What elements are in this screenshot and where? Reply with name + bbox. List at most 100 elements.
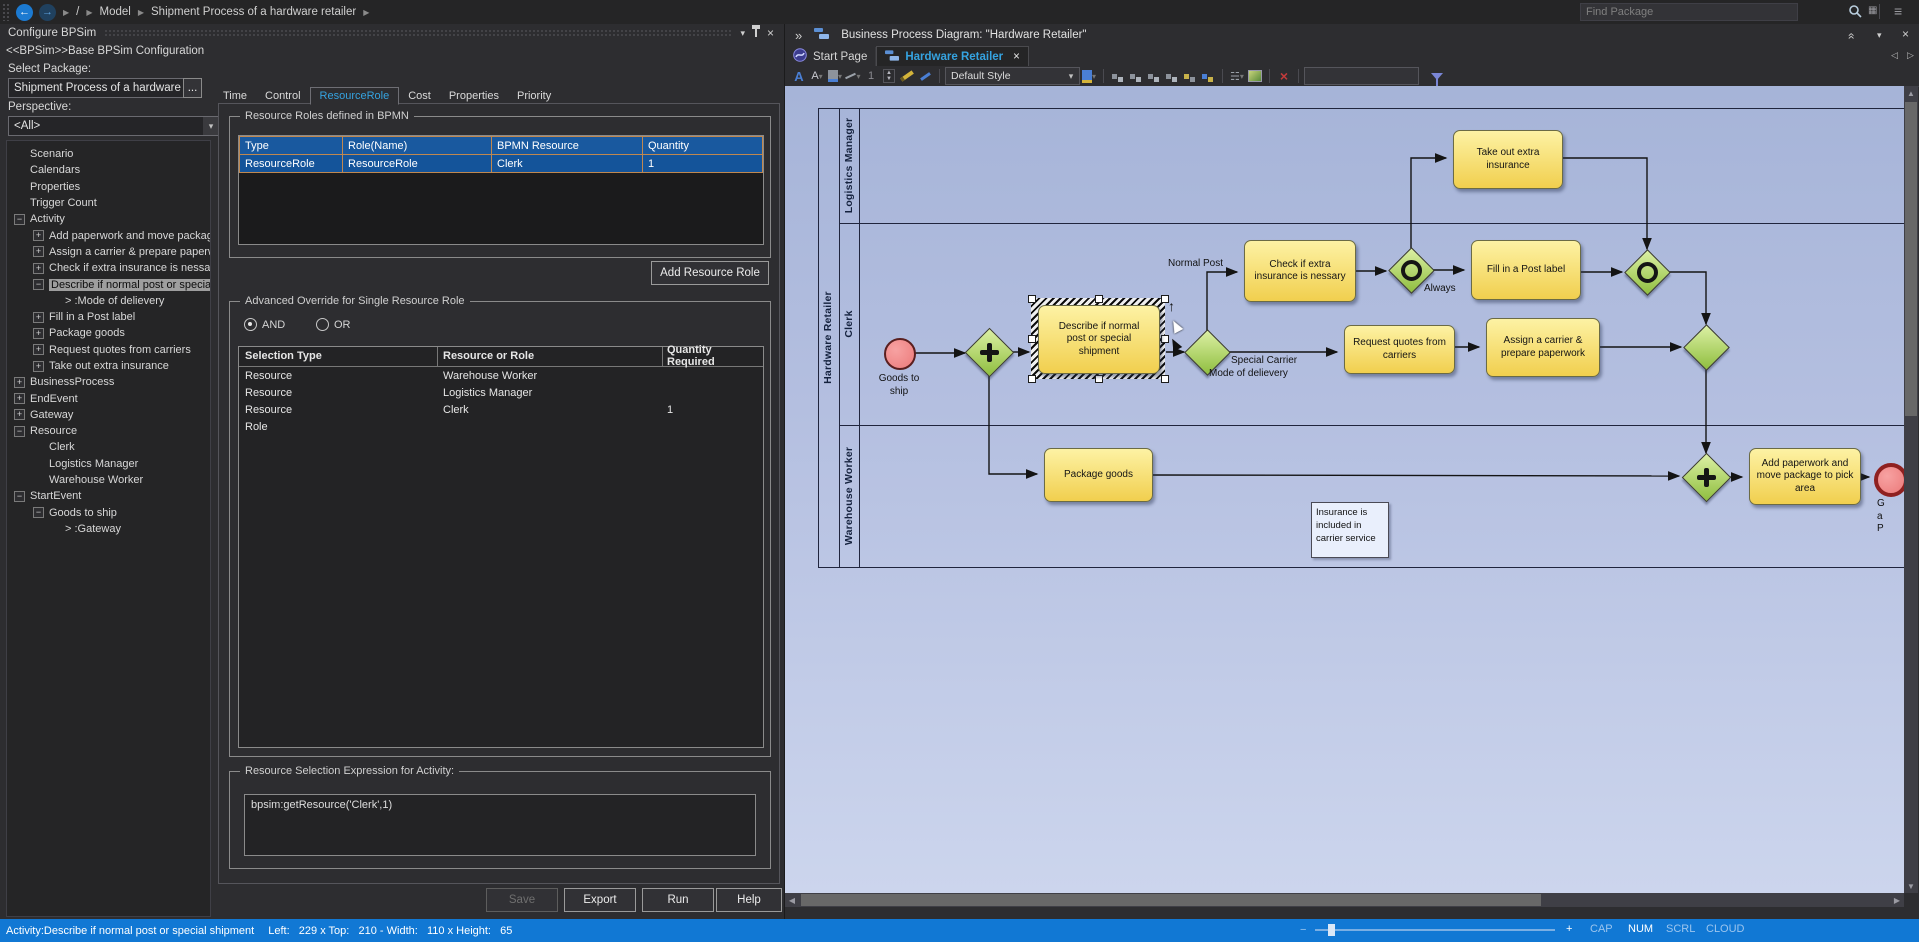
table-row[interactable]: Resource Logistics Manager	[239, 384, 763, 401]
horizontal-scroll-thumb[interactable]	[801, 894, 1541, 906]
activity-add-paperwork[interactable]: Add paperwork and move package to pick a…	[1749, 448, 1861, 505]
tab-control[interactable]: Control	[256, 88, 309, 104]
start-event[interactable]	[884, 338, 916, 370]
tab-scroll-right-icon[interactable]: ▷	[1907, 50, 1914, 61]
resize-handle[interactable]	[1161, 375, 1169, 383]
tree-item[interactable]: Scenario	[7, 146, 210, 162]
breadcrumb-model[interactable]: Model	[100, 6, 131, 18]
tree-item[interactable]: Warehouse Worker	[7, 472, 210, 488]
pin-icon[interactable]	[755, 29, 757, 37]
same-height-icon[interactable]	[1200, 68, 1216, 84]
tree-item[interactable]: Assign a carrier & prepare paperwork	[7, 244, 210, 260]
note-insurance[interactable]: Insurance is included in carrier service	[1311, 502, 1389, 558]
tree-item[interactable]: > :Gateway	[7, 521, 210, 537]
align-top-icon[interactable]	[1146, 68, 1162, 84]
resize-handle[interactable]	[1095, 295, 1103, 303]
expand-icon[interactable]	[14, 409, 25, 420]
override-table[interactable]: Selection Type Resource or Role Quantity…	[238, 346, 764, 748]
close-icon[interactable]: ×	[767, 26, 774, 40]
resource-roles-table[interactable]: Type Role(Name) BPMN Resource Quantity R…	[238, 135, 764, 245]
filter-funnel-icon[interactable]	[1429, 68, 1445, 84]
browse-package-button[interactable]: ...	[183, 78, 202, 98]
zoom-out-icon[interactable]: −	[1300, 924, 1306, 936]
table-row[interactable]: Role	[239, 418, 763, 435]
chevron-down-icon[interactable]: ▾	[740, 28, 745, 39]
tree-item-selected[interactable]: Describe if normal post or special shipm…	[7, 276, 210, 292]
expand-icon[interactable]	[33, 263, 44, 274]
resize-handle[interactable]	[1028, 295, 1036, 303]
tree-item[interactable]: Resource	[7, 423, 210, 439]
tab-resourcerole[interactable]: ResourceRole	[310, 87, 400, 105]
tree-item[interactable]: Request quotes from carriers	[7, 342, 210, 358]
align-right-icon[interactable]	[1128, 68, 1144, 84]
tree-item[interactable]: BusinessProcess	[7, 374, 210, 390]
tree-item[interactable]: Gateway	[7, 407, 210, 423]
paintbrush-icon[interactable]	[899, 68, 915, 84]
tree-item[interactable]: Check if extra insurance is nessary	[7, 260, 210, 276]
tab-scroll-left-icon[interactable]: ◁	[1891, 50, 1898, 61]
activity-package-goods[interactable]: Package goods	[1044, 448, 1153, 502]
tree-item[interactable]: StartEvent	[7, 488, 210, 504]
nav-back-button[interactable]: ←	[16, 4, 33, 21]
tab-hardware-retailer[interactable]: Hardware Retailer ×	[876, 46, 1029, 66]
tree-item[interactable]: Clerk	[7, 439, 210, 455]
run-button[interactable]: Run	[642, 888, 714, 912]
diagram-canvas[interactable]: Hardware Retailer Logistics Manager Cler…	[785, 86, 1904, 893]
panel-drag-texture[interactable]	[104, 29, 732, 37]
tab-priority[interactable]: Priority	[508, 88, 560, 104]
scroll-left-icon[interactable]: ◀	[785, 893, 799, 907]
export-button[interactable]: Export	[564, 888, 636, 912]
collapse-icon[interactable]	[14, 426, 25, 437]
find-package-input[interactable]	[1580, 3, 1798, 21]
resize-handle[interactable]	[1028, 335, 1036, 343]
resize-handle[interactable]	[1028, 375, 1036, 383]
nav-forward-button[interactable]: →	[39, 4, 56, 21]
scroll-up-icon[interactable]: ▲	[1904, 86, 1918, 100]
scroll-right-icon[interactable]: ▶	[1890, 893, 1904, 907]
tree-item[interactable]: Fill in a Post label	[7, 309, 210, 325]
scroll-down-icon[interactable]: ▼	[1904, 879, 1918, 893]
tree-item[interactable]: Trigger Count	[7, 195, 210, 211]
zoom-in-icon[interactable]: +	[1566, 923, 1572, 935]
table-row[interactable]: Resource Clerk 1	[239, 401, 763, 418]
toolbar-grip[interactable]	[2, 3, 10, 21]
expand-icon[interactable]	[33, 246, 44, 257]
close-tab-icon[interactable]: ×	[1013, 51, 1020, 63]
font-color-icon[interactable]: A▾	[809, 68, 825, 84]
vertical-scroll-thumb[interactable]	[1905, 102, 1917, 416]
tree-item[interactable]: EndEvent	[7, 390, 210, 406]
collapse-icon[interactable]	[14, 214, 25, 225]
filter-combo[interactable]	[1304, 67, 1419, 85]
tree-item[interactable]: > :Mode of delievery	[7, 293, 210, 309]
expression-textarea[interactable]: bpsim:getResource('Clerk',1)	[244, 794, 756, 856]
activity-describe-shipment[interactable]: Describe if normal post or special shipm…	[1038, 305, 1160, 374]
collapse-icon[interactable]	[14, 491, 25, 502]
tab-start-page[interactable]: Start Page	[785, 47, 876, 66]
tree-item[interactable]: Calendars	[7, 162, 210, 178]
add-resource-role-button[interactable]: Add Resource Role	[651, 261, 769, 285]
activity-take-out-insurance[interactable]: Take out extra insurance	[1453, 130, 1563, 189]
breadcrumb-package[interactable]: Shipment Process of a hardware retailer	[151, 6, 356, 18]
hamburger-menu-icon[interactable]: ≡	[1894, 3, 1902, 19]
delete-icon[interactable]: ×	[1276, 68, 1292, 84]
diagram-image-icon[interactable]	[1247, 68, 1263, 84]
tree-item[interactable]: Package goods	[7, 325, 210, 341]
collapse-icon[interactable]	[33, 507, 44, 518]
expand-icon[interactable]	[33, 230, 44, 241]
end-event[interactable]	[1874, 463, 1904, 497]
horizontal-scrollbar[interactable]: ◀ ▶	[785, 893, 1904, 907]
perspective-dropdown[interactable]: <All> ▾	[8, 116, 220, 136]
align-left-icon[interactable]	[1110, 68, 1126, 84]
expand-icon[interactable]	[33, 344, 44, 355]
resize-handle[interactable]	[1095, 375, 1103, 383]
fill-color-icon[interactable]: ▾	[827, 68, 843, 84]
close-icon[interactable]: ×	[1902, 27, 1909, 41]
font-face-icon[interactable]: A	[791, 68, 807, 84]
line-width-stepper[interactable]: ▲▼	[881, 68, 897, 84]
expand-icon[interactable]	[33, 361, 44, 372]
table-row[interactable]: ResourceRole ResourceRole Clerk 1	[239, 154, 763, 173]
zoom-slider-track[interactable]	[1315, 929, 1555, 931]
tab-properties[interactable]: Properties	[440, 88, 508, 104]
align-bottom-icon[interactable]	[1164, 68, 1180, 84]
zoom-slider-thumb[interactable]	[1328, 924, 1335, 936]
